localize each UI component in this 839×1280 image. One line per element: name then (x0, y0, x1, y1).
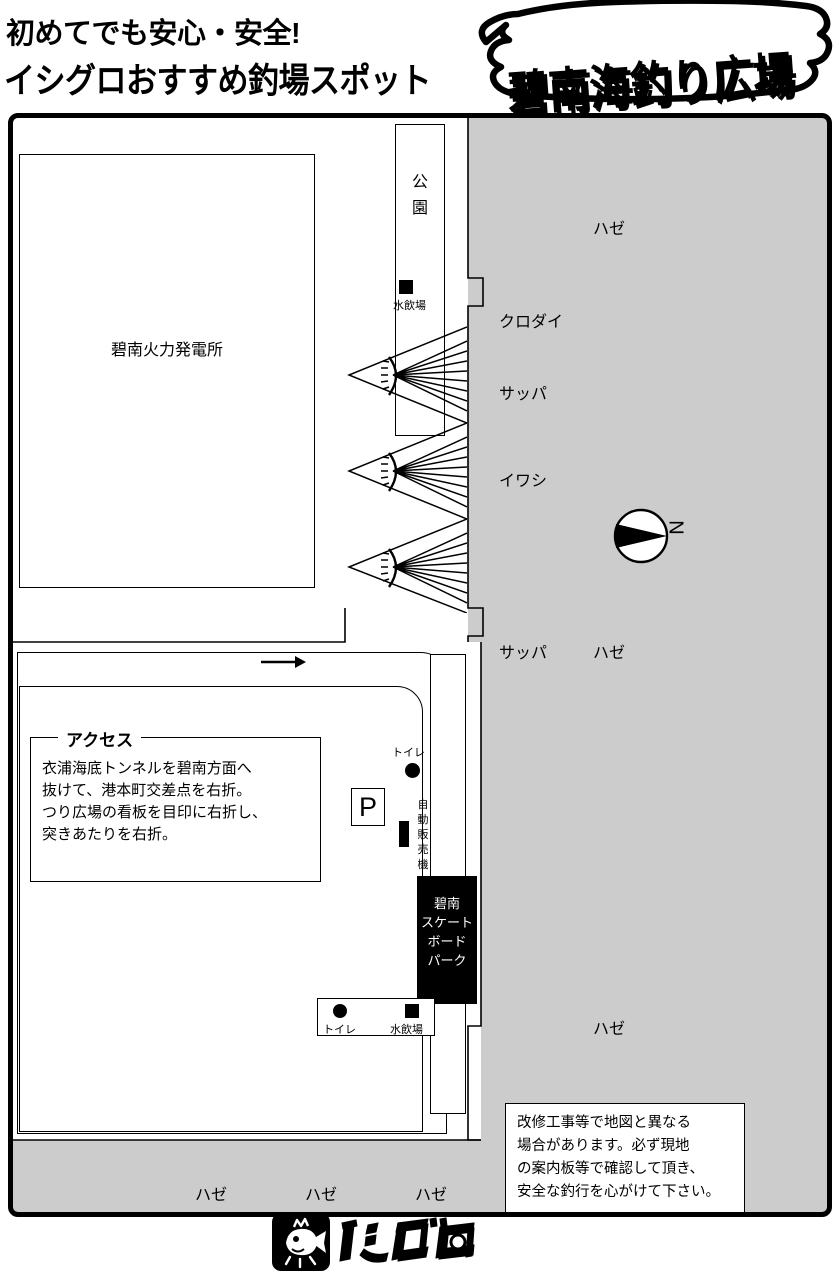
legend-fountain-label: 水飲場 (390, 1024, 423, 1036)
page-footer (0, 1205, 839, 1280)
parking-symbol-label: P (358, 792, 377, 822)
vending-char-3: 販 (417, 829, 429, 841)
vending-char-2: 動 (417, 814, 429, 826)
fish-species-label: ハゼ (593, 645, 626, 662)
water-fountain-label-north: 水飲場 (393, 300, 426, 312)
vending-char-4: 売 (417, 844, 429, 856)
power-plant-label: 碧南火力発電所 (110, 342, 223, 359)
access-info-title: アクセス (58, 726, 142, 751)
jetty-piers (343, 323, 468, 614)
vending-machine-label: 自 動 販 売 機 (415, 798, 431, 873)
brand-logo (272, 1211, 482, 1273)
park-label-char-1: 公 (411, 174, 428, 191)
notice-line-2: 場合があります。必ず現地 (517, 1138, 690, 1154)
park-label-char-2: 園 (411, 200, 428, 217)
fish-species-label: ハゼ (305, 1187, 338, 1204)
fish-species-label: サッパ (499, 386, 548, 403)
legend-toilet-icon (333, 1004, 347, 1018)
toilet-label-north: トイレ (392, 747, 425, 759)
toilet-marker-north (405, 763, 420, 778)
access-line-3: つり広場の看板を目印に右折し、 (42, 804, 268, 821)
access-line-4: 突きあたりを右折。 (42, 826, 178, 843)
water-fountain-marker-north (399, 280, 413, 294)
access-line-2: 抜けて、港本町交差点を右折。 (42, 782, 252, 799)
fish-species-label: イワシ (499, 473, 548, 490)
fishing-spot-map: 碧南火力発電所 公 園 水飲場 トイレ 自 動 販 売 機 碧南 スケート ボー… (8, 113, 832, 1217)
notice-line-4: 安全な釣行を心がけて下さい。 (517, 1184, 720, 1200)
legend-toilet-label: トイレ (323, 1024, 356, 1036)
fish-species-label: サッパ (499, 645, 548, 662)
skate-park-line-2: スケート (420, 915, 473, 930)
direction-arrow-icon (261, 656, 306, 668)
header-subtitle: イシグロおすすめ釣場スポット (4, 60, 432, 101)
vending-char-1: 自 (417, 799, 429, 811)
compass-north-label: N (664, 520, 687, 535)
jetty-pier-shapes (346, 326, 468, 614)
notice-body: 改修工事等で地図と異なる 場合があります。必ず現地 の案内板等で確認して頂き、 … (517, 1112, 741, 1204)
ishiguro-logo-mark (272, 1213, 475, 1271)
fish-species-label: ハゼ (593, 221, 626, 238)
fish-species-label: クロダイ (499, 314, 564, 331)
park-label: 公 園 (405, 170, 435, 222)
fish-species-label: ハゼ (195, 1187, 228, 1204)
header-tagline: 初めてでも安心・安全! (6, 18, 301, 50)
skate-park-line-1: 碧南 (433, 896, 460, 911)
vending-machine-marker (399, 821, 409, 847)
compass-icon (613, 508, 669, 564)
access-line-1: 衣浦海底トンネルを碧南方面へ (42, 760, 252, 777)
skate-park-label: 碧南 スケート ボード パーク (417, 894, 477, 970)
notice-line-1: 改修工事等で地図と異なる (517, 1115, 691, 1131)
access-info-body: 衣浦海底トンネルを碧南方面へ 抜けて、港本町交差点を右折。 つり広場の看板を目印… (42, 758, 314, 846)
vending-char-5: 機 (417, 859, 429, 871)
notice-line-3: の案内板等で確認して頂き、 (517, 1161, 705, 1177)
fish-species-label: ハゼ (593, 1021, 626, 1038)
power-plant-building (19, 154, 315, 588)
fish-species-label: ハゼ (415, 1187, 448, 1204)
legend-fountain-icon (405, 1004, 419, 1018)
skate-park-line-4: パーク (427, 953, 467, 968)
skate-park-line-3: ボード (427, 934, 467, 949)
